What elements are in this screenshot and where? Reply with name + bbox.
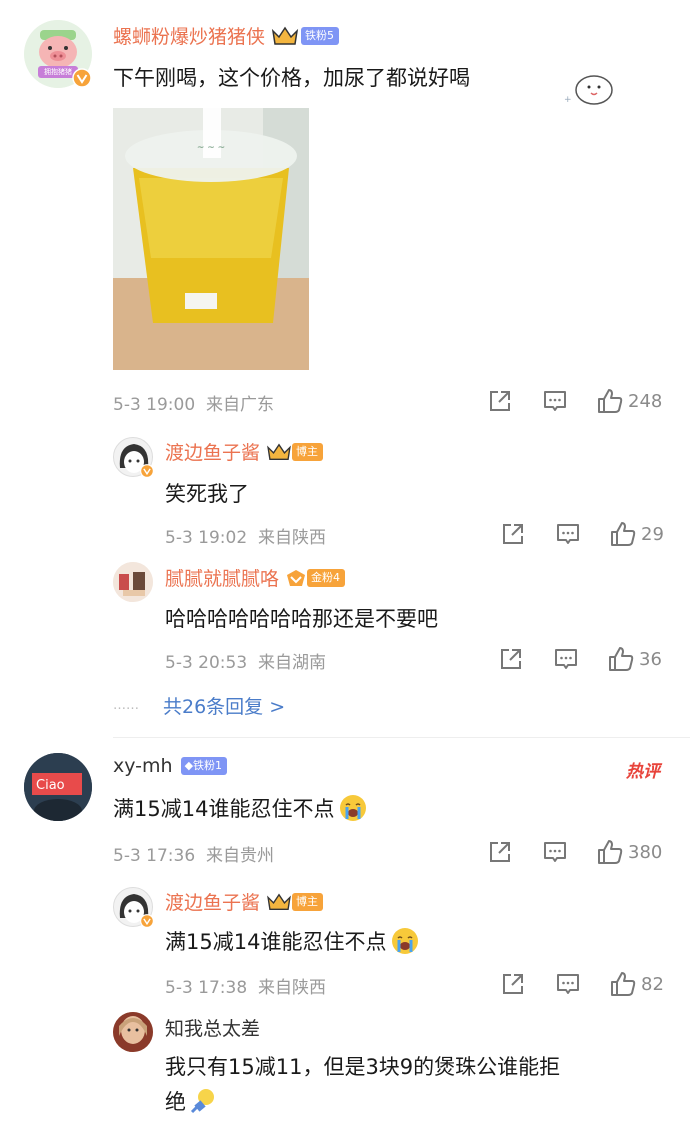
share-button[interactable]	[487, 839, 513, 865]
username[interactable]: 螺蛳粉爆炒猪猪侠	[113, 22, 265, 49]
share-icon	[503, 524, 523, 544]
username[interactable]: 知我总太差	[165, 1018, 260, 1040]
username[interactable]: 渡边鱼子酱	[165, 438, 260, 465]
like-icon	[611, 522, 636, 546]
share-button[interactable]	[487, 388, 513, 414]
share-icon	[503, 974, 523, 994]
reply-meta: 5-3 19:02 来自陕西	[165, 528, 326, 548]
blogger-badge: 博主	[292, 892, 324, 911]
comment-image[interactable]: ~ ~ ~	[113, 108, 309, 370]
reply-meta: 5-3 17:38 来自陕西	[165, 978, 326, 998]
comment-icon	[557, 524, 579, 544]
comment-meta: 5-3 17:36 来自贵州	[113, 846, 274, 866]
crown-icon	[271, 26, 299, 45]
like-button[interactable]: 248	[596, 387, 662, 415]
like-icon	[598, 389, 623, 413]
reply-body: 满15减14谁能忍住不点	[165, 926, 420, 956]
share-icon	[490, 391, 510, 411]
reply-text: 哈哈哈哈哈哈哈那还是不要吧	[165, 607, 438, 631]
like-button[interactable]: 29	[609, 520, 664, 548]
like-button[interactable]: 36	[607, 645, 662, 673]
username[interactable]: xy-mh	[113, 755, 173, 777]
like-button[interactable]: 380	[596, 838, 662, 866]
reply-text: 满15减14谁能忍住不点	[165, 930, 387, 954]
reply-header: 渡边鱼子酱 博主	[165, 438, 324, 465]
share-icon	[501, 649, 521, 669]
reply-text: 笑死我了	[165, 482, 249, 506]
reply-body-line2: 绝	[165, 1086, 218, 1116]
comment-header: xy-mh ◆铁粉1	[113, 755, 228, 777]
gold-fan-icon	[287, 569, 306, 586]
reply-header: 渡边鱼子酱 博主	[165, 888, 324, 915]
share-button[interactable]	[500, 521, 526, 547]
fan-badge: ◆铁粉1	[180, 757, 228, 775]
bulb-emoji	[190, 1089, 214, 1114]
verified-icon	[140, 464, 154, 478]
like-count: 248	[628, 390, 663, 412]
reply-meta: 5-3 20:53 来自湖南	[165, 653, 326, 673]
more-replies[interactable]: …… 共26条回复 >	[113, 692, 285, 719]
username[interactable]: 腻腻就腻腻咯	[165, 564, 279, 591]
share-button[interactable]	[500, 971, 526, 997]
gold-fan-badge: 金粉4	[307, 568, 346, 587]
comment-text: 满15减14谁能忍住不点	[113, 797, 335, 821]
cry-emoji	[340, 795, 367, 821]
like-count: 29	[641, 523, 664, 545]
svg-text:Ciao: Ciao	[36, 778, 65, 793]
avatar-image	[113, 562, 153, 602]
like-icon	[609, 647, 634, 671]
blogger-badge: 博主	[292, 442, 324, 461]
reply-header: 腻腻就腻腻咯 金粉4	[165, 564, 346, 591]
svg-text:~ ~ ~: ~ ~ ~	[197, 143, 225, 153]
hot-tag: 热评	[626, 762, 660, 782]
comment-text: 下午刚喝，这个价格，加尿了都说好喝	[113, 66, 470, 90]
reply-text-line2: 绝	[165, 1090, 186, 1114]
crown-icon	[267, 892, 291, 910]
divider	[113, 737, 690, 738]
avatar-image: Ciao	[24, 753, 92, 821]
reply-button[interactable]	[553, 646, 579, 672]
crown-icon	[267, 442, 291, 460]
username[interactable]: 渡边鱼子酱	[165, 888, 260, 915]
avatar[interactable]: Ciao	[24, 753, 92, 821]
fan-badge: 铁粉5	[301, 26, 340, 45]
cry-emoji	[392, 928, 419, 954]
like-icon	[598, 840, 623, 864]
share-icon	[490, 842, 510, 862]
sticker-icon: +	[564, 75, 613, 105]
diamond-icon: ◆	[184, 759, 194, 772]
like-count: 82	[641, 973, 664, 995]
comment-icon	[544, 842, 566, 862]
more-dots: ……	[113, 698, 139, 713]
fan-badge-label: 铁粉1	[193, 759, 223, 772]
comment-meta: 5-3 19:00 来自广东	[113, 395, 274, 415]
avatar-image	[113, 1012, 153, 1052]
comment-icon	[544, 391, 566, 411]
like-count: 36	[639, 648, 662, 670]
more-replies-link[interactable]: 共26条回复 >	[163, 692, 285, 719]
share-button[interactable]	[498, 646, 524, 672]
verified-icon	[72, 68, 92, 88]
comment-icon	[557, 974, 579, 994]
drink-photo: ~ ~ ~	[113, 108, 309, 370]
comment-icon	[555, 649, 577, 669]
verified-icon	[140, 914, 154, 928]
reply-button[interactable]	[542, 388, 568, 414]
comment-header: 螺蛳粉爆炒猪猪侠 铁粉5	[113, 22, 340, 49]
reply-button[interactable]	[555, 971, 581, 997]
avatar[interactable]	[113, 562, 153, 602]
reply-button[interactable]	[542, 839, 568, 865]
reply-button[interactable]	[555, 521, 581, 547]
comment-body: 满15减14谁能忍住不点	[113, 793, 368, 823]
like-count: 380	[628, 841, 663, 863]
reply-text-line1: 我只有15减11，但是3块9的煲珠公谁能拒	[165, 1055, 561, 1079]
reply-header: 知我总太差	[165, 1014, 260, 1041]
like-button[interactable]: 82	[609, 970, 664, 998]
svg-text:+: +	[564, 95, 572, 105]
avatar[interactable]	[113, 1012, 153, 1052]
like-icon	[611, 972, 636, 996]
